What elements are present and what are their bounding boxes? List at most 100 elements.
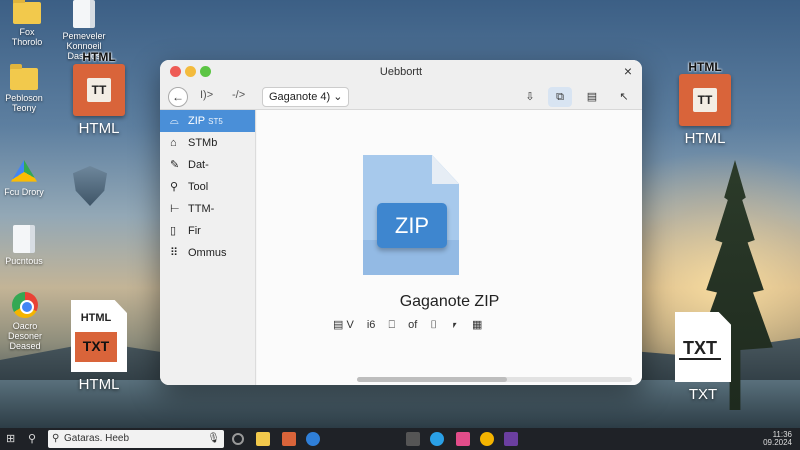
microphone-icon[interactable]: 🎙	[207, 430, 220, 448]
collapse-icon[interactable]: ↖	[612, 87, 636, 107]
sidebar-item-fir[interactable]: ▯ Fir	[160, 220, 255, 242]
scrollbar-thumb[interactable]	[357, 377, 507, 382]
app-icon[interactable]	[456, 432, 470, 446]
taskbar-clock[interactable]: 11:36 09.2024	[763, 431, 792, 447]
tile-inner-text: TT	[87, 78, 111, 102]
grid-icon: ⠿	[170, 247, 179, 259]
sidebar-item-label: Fir	[188, 225, 201, 237]
sidebar-item-dat[interactable]: ✎ Dat-	[160, 154, 255, 176]
action-copy-icon[interactable]: ⎕	[388, 319, 395, 332]
sidebar-item-stmb[interactable]: ⌂ STMb	[160, 132, 255, 154]
edge-icon[interactable]	[306, 432, 320, 446]
content-pane: ZIP Gaganote ZIP ▤ V i6 ⎕ of ⌷ ⎖ ▦	[257, 110, 642, 385]
tile-caption: HTML	[688, 60, 722, 74]
desktop-icon-label: Pebloson Teony	[5, 93, 43, 113]
tile-caption: HTML	[80, 312, 112, 324]
desktop-icon-label: Fox Thorolo	[11, 27, 43, 47]
close-icon[interactable]: ×	[624, 63, 632, 79]
clock-date: 09.2024	[763, 438, 792, 447]
action-monitor-icon[interactable]: ⎖	[450, 319, 459, 332]
action-of-icon[interactable]: of	[408, 319, 417, 331]
chevron-down-icon: ⌄	[333, 91, 343, 103]
chrome-icon[interactable]	[480, 432, 494, 446]
file-explorer-icon[interactable]	[256, 432, 270, 446]
download-icon[interactable]: ⇩	[518, 87, 542, 107]
file-name: Gaganote ZIP	[399, 293, 500, 310]
start-icon[interactable]: ⊞	[6, 432, 15, 446]
window-title: Uebbortt	[379, 66, 423, 78]
txt-file-icon: TXT	[675, 312, 731, 382]
action-grid-icon[interactable]: ▦	[472, 318, 482, 331]
pen-icon: ✎	[170, 159, 180, 171]
desktop-icon-html[interactable]: HTML TT HTML	[66, 50, 132, 137]
folder-icon: ⌓	[170, 115, 179, 127]
view-options-icon[interactable]: ▤	[580, 87, 604, 107]
tag-icon: ⊢	[170, 203, 180, 215]
horizontal-scrollbar[interactable]	[357, 377, 632, 382]
search-icon: ⚲	[52, 433, 60, 444]
sidebar-item-ttm[interactable]: ⊢ TTM-	[160, 198, 255, 220]
tile-inner-text: TT	[693, 88, 717, 112]
path-label: Gaganote 4)	[269, 91, 334, 103]
app-icon[interactable]	[282, 432, 296, 446]
app-icon[interactable]	[504, 432, 518, 446]
zip-badge: ZIP	[377, 203, 447, 248]
tile-caption: HTML	[82, 50, 116, 64]
action-list-icon[interactable]: ▤ V	[333, 318, 354, 331]
sidebar-item-ommus[interactable]: ⠿ Ommus	[160, 242, 255, 264]
file-icon: ▯	[170, 225, 177, 237]
file-window: Uebbortt × ← I)> -/> Gaganote 4) ⌄ ⇩ ⧉ ▤…	[160, 60, 642, 385]
chrome-icon	[12, 292, 38, 318]
split-view-icon[interactable]: ⧉	[548, 87, 572, 107]
sidebar-item-tool[interactable]: ⚲ Tool	[160, 176, 255, 198]
document-icon	[13, 225, 35, 253]
taskbar-search-input[interactable]: ⚲ Gataras. Heeb 🎙	[48, 430, 224, 448]
sidebar-item-label: Ommus	[188, 247, 227, 259]
document-icon	[73, 0, 95, 28]
path-dropdown[interactable]: Gaganote 4) ⌄	[262, 87, 350, 107]
sidebar-item-label: Dat-	[188, 159, 209, 171]
drive-icon	[11, 160, 37, 182]
html-file-icon: HTML TXT	[71, 300, 127, 372]
desktop-icon-chrome[interactable]: Oacro Desoner Deased	[2, 292, 48, 351]
task-view-icon[interactable]	[232, 433, 244, 445]
back-button[interactable]: ←	[168, 87, 188, 107]
sidebar-item-label: TTM-	[188, 203, 215, 215]
forward-button[interactable]: I)>	[200, 89, 213, 101]
sidebar-item-label: ZIP	[188, 115, 206, 127]
app-icon[interactable]	[406, 432, 420, 446]
html-file-icon: TT	[679, 74, 731, 126]
tile-inner-text: TXT	[75, 332, 117, 362]
desktop-icon-label: Pucntous	[5, 256, 43, 266]
action-info-icon[interactable]: i6	[367, 319, 376, 331]
sidebar-item-zip[interactable]: ⌓ ZIP ST5	[160, 110, 255, 132]
desktop-icon-html[interactable]: HTML TXT HTML	[66, 300, 132, 393]
taskbar: ⊞ ⚲ ⚲ Gataras. Heeb 🎙 11:36 09.2024	[0, 428, 800, 450]
folder-icon	[13, 0, 41, 24]
action-bookmark-icon[interactable]: ⌷	[430, 319, 437, 332]
browser-icon[interactable]	[430, 432, 444, 446]
sidebar: ⌓ ZIP ST5 ⌂ STMb ✎ Dat- ⚲ Tool ⊢ TTM- ▯ F…	[160, 110, 256, 385]
title-bar[interactable]: Uebbortt ×	[160, 60, 642, 84]
desktop-icon-shield[interactable]	[70, 166, 110, 209]
folder-icon	[10, 64, 38, 90]
desktop-icon-label: Fcu Drory	[4, 187, 44, 197]
desktop-icon-txt[interactable]: TXT TXT	[672, 312, 734, 403]
desktop-icon-drive[interactable]: Fcu Drory	[4, 160, 44, 197]
next-button[interactable]: -/>	[232, 89, 245, 101]
desktop-icon-label: Oacro Desoner Deased	[7, 321, 43, 351]
desktop-icon-label: HTML	[78, 376, 120, 393]
tile-inner-text: TXT	[679, 338, 721, 360]
shield-icon	[73, 166, 107, 206]
desktop-icon-document[interactable]: Pucntous	[4, 225, 44, 266]
sidebar-item-label: Tool	[188, 181, 209, 193]
desktop-icon-folder[interactable]: Pebloson Teony	[4, 64, 44, 113]
search-icon[interactable]: ⚲	[28, 432, 36, 446]
desktop-icon-html[interactable]: HTML TT HTML	[672, 60, 738, 147]
desktop-icon-folder[interactable]: Fox Thorolo	[6, 0, 48, 47]
wrench-icon: ⚲	[170, 181, 179, 193]
desktop-icon-label: HTML	[684, 130, 726, 147]
search-placeholder: Gataras. Heeb	[64, 433, 130, 444]
desktop-icon-label: TXT	[688, 386, 718, 403]
desktop-icon-label: HTML	[78, 120, 120, 137]
